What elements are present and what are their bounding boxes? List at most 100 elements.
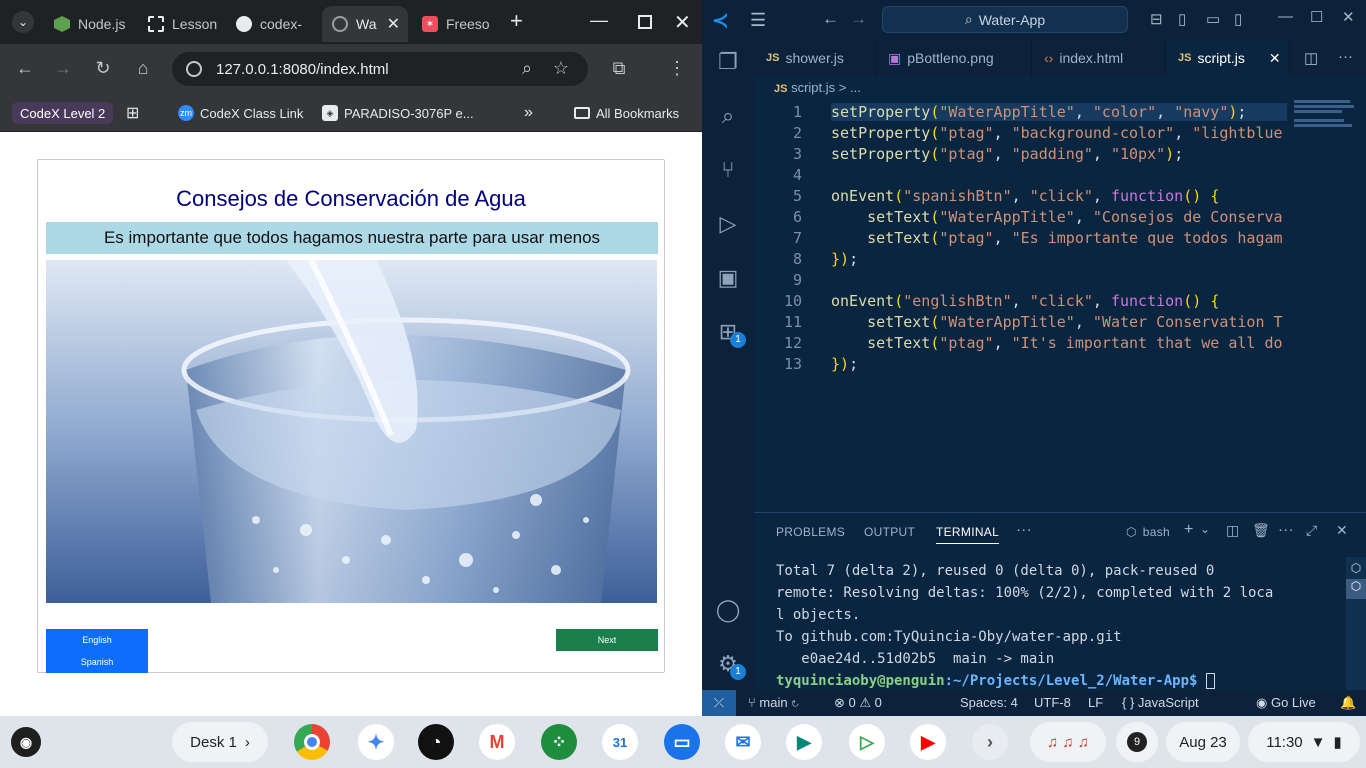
code-line[interactable]: setProperty("ptag", "background-color", … xyxy=(831,124,1287,142)
encoding-indicator[interactable]: UTF-8 xyxy=(1034,695,1071,710)
run-debug-icon[interactable]: ▷ xyxy=(714,210,742,238)
zoom-icon[interactable]: ⌕ xyxy=(516,58,538,79)
menu-icon[interactable]: ⋮ xyxy=(666,58,688,79)
reload-icon[interactable]: ↻ xyxy=(92,58,114,79)
close-window-icon[interactable]: ✕ xyxy=(674,10,691,35)
chrome-app-icon[interactable] xyxy=(294,724,330,760)
split-editor-icon[interactable]: ◫ xyxy=(1304,49,1318,67)
apps-grid-icon[interactable]: ⊞ xyxy=(126,102,139,124)
branch-indicator[interactable]: ⑂ main ↻ xyxy=(748,695,799,710)
toggle-sidebar-icon[interactable]: ▯ xyxy=(1178,10,1186,28)
close-tab-icon[interactable]: ✕ xyxy=(387,14,400,34)
eol-indicator[interactable]: LF xyxy=(1088,695,1103,710)
code-line[interactable]: onEvent("spanishBtn", "click", function(… xyxy=(831,187,1287,205)
command-search-box[interactable]: ⌕ Water-App xyxy=(882,6,1128,33)
home-icon[interactable]: ⌂ xyxy=(132,58,154,79)
layout-icon[interactable]: ⊟ xyxy=(1150,10,1163,28)
account-icon[interactable]: ◯ xyxy=(714,596,742,624)
maximize-panel-icon[interactable]: ⤢ xyxy=(1306,522,1318,539)
code-line[interactable]: }); xyxy=(831,355,1287,373)
tab-index-html[interactable]: ‹› index.html xyxy=(1032,40,1166,76)
tab-terminal[interactable]: TERMINAL xyxy=(936,525,1000,544)
close-tab-icon[interactable]: ✕ xyxy=(1269,50,1281,67)
code-line[interactable]: }); xyxy=(831,250,1287,268)
settings-gear-icon[interactable]: ⚙ 1 xyxy=(714,650,746,680)
terminal-shell-selector[interactable]: ⬡ bash xyxy=(1126,525,1170,539)
more-actions-icon[interactable]: ··· xyxy=(1338,48,1353,65)
search-icon[interactable]: ⌕ xyxy=(714,102,742,130)
go-live-button[interactable]: ◉ Go Live xyxy=(1256,695,1316,711)
maximize-icon[interactable]: ☐ xyxy=(1310,8,1323,26)
tab-shower-js[interactable]: JS shower.js xyxy=(754,40,876,76)
tab-codex[interactable]: codex- xyxy=(226,6,322,42)
tab-script-js[interactable]: JS script.js ✕ xyxy=(1166,40,1290,76)
streaming-app-icon[interactable]: ◔ xyxy=(418,724,454,760)
files-app-icon[interactable]: ▭ xyxy=(664,724,700,760)
spanish-button[interactable]: Spanish xyxy=(46,651,148,673)
forward-icon[interactable]: → xyxy=(52,58,74,79)
terminal-entry-icon[interactable]: ⬡ xyxy=(1346,561,1366,579)
language-indicator[interactable]: { } JavaScript xyxy=(1122,695,1199,710)
terminal-dropdown-icon[interactable]: ⌄ xyxy=(1200,522,1210,536)
maximize-icon[interactable] xyxy=(638,15,652,29)
extensions-icon[interactable]: ⧉ xyxy=(608,58,630,79)
english-button[interactable]: English xyxy=(46,629,148,651)
code-line[interactable]: setText("WaterAppTitle", "Consejos de Co… xyxy=(831,208,1287,226)
problems-indicator[interactable]: ⊗ 0 ⚠ 0 xyxy=(834,695,882,711)
bookmark-star-icon[interactable]: ☆ xyxy=(550,58,572,79)
next-button[interactable]: Next xyxy=(556,629,658,651)
all-bookmarks-button[interactable]: All Bookmarks xyxy=(574,102,679,124)
new-tab-button[interactable]: + xyxy=(510,8,523,34)
remote-indicator-icon[interactable]: ⤫ xyxy=(702,690,736,716)
notifications-bell-icon[interactable]: 🔔 xyxy=(1340,695,1356,711)
explorer-icon[interactable]: ❐ xyxy=(714,48,742,76)
desk-switcher[interactable]: Desk 1 › xyxy=(172,722,268,762)
date-pill[interactable]: Aug 23 xyxy=(1166,722,1240,762)
breadcrumb[interactable]: JS script.js > ... xyxy=(774,80,861,95)
minimize-icon[interactable]: — xyxy=(590,10,608,31)
calendar-app-icon[interactable]: 31 xyxy=(602,724,638,760)
tab-nodejs[interactable]: Node.js xyxy=(44,6,138,42)
panel-more-icon[interactable]: ··· xyxy=(1016,521,1032,538)
close-panel-icon[interactable]: ✕ xyxy=(1336,522,1348,539)
tab-pbottleno-png[interactable]: ▣ pBottleno.png xyxy=(876,40,1032,76)
code-editor[interactable]: 1 setProperty("WaterAppTitle", "color", "… xyxy=(754,98,1290,508)
code-line[interactable]: onEvent("englishBtn", "click", function(… xyxy=(831,292,1287,310)
terminal-more-icon[interactable]: ··· xyxy=(1278,521,1294,538)
bookmark-paradiso[interactable]: ◈ PARADISO-3076P e... xyxy=(322,102,474,124)
code-line[interactable]: setText("ptag", "Es importante que todos… xyxy=(831,229,1287,247)
url-text[interactable]: 127.0.0.1:8080/index.html xyxy=(216,61,389,78)
tab-freesound[interactable]: ✶ Freeso xyxy=(412,6,500,42)
play-store-app-icon[interactable]: ▷ xyxy=(849,724,885,760)
bookmark-group[interactable]: CodeX Level 2 xyxy=(12,102,114,124)
code-line[interactable]: setText("WaterAppTitle", "Water Conserva… xyxy=(831,313,1287,331)
extensions-icon[interactable]: ⊞ 1 xyxy=(714,318,746,348)
indentation-indicator[interactable]: Spaces: 4 xyxy=(960,695,1018,710)
classroom-app-icon[interactable]: ⁘ xyxy=(541,724,577,760)
more-apps-icon[interactable]: › xyxy=(972,724,1008,760)
launcher-icon[interactable]: ◉ xyxy=(8,724,44,760)
headphones-status[interactable]: ♫ ♫ ♫ xyxy=(1030,722,1106,762)
remote-explorer-icon[interactable]: ▣ xyxy=(714,264,742,292)
bookmark-codex-class[interactable]: zm CodeX Class Link xyxy=(178,102,303,124)
messages-app-icon[interactable]: ✉ xyxy=(725,724,761,760)
terminal-prompt[interactable]: tyquinciaoby@penguin:~/Projects/Level_2/… xyxy=(776,673,1215,689)
youtube-app-icon[interactable]: ▶ xyxy=(910,724,946,760)
code-line[interactable]: setText("ptag", "It's important that we … xyxy=(831,334,1287,352)
back-icon[interactable]: ← xyxy=(14,58,36,79)
new-terminal-icon[interactable]: + xyxy=(1184,521,1194,539)
hamburger-menu-icon[interactable]: ☰ xyxy=(750,10,766,31)
code-line[interactable]: setProperty("ptag", "padding", "10px"); xyxy=(831,145,1287,163)
gemini-app-icon[interactable]: ✦ xyxy=(358,724,394,760)
split-terminal-icon[interactable]: ◫ xyxy=(1226,522,1240,539)
more-bookmarks-button[interactable]: » xyxy=(524,102,533,124)
meet-app-icon[interactable]: ▶ xyxy=(786,724,822,760)
notifications-pill[interactable]: 9 xyxy=(1116,722,1158,762)
minimize-icon[interactable]: — xyxy=(1278,8,1293,25)
tab-search-button[interactable]: ⌄ xyxy=(12,11,34,33)
system-tray[interactable]: 11:30 ▼ ▮ xyxy=(1248,722,1360,762)
tab-output[interactable]: OUTPUT xyxy=(864,525,915,539)
terminal-entry-active-icon[interactable]: ⬡ xyxy=(1346,579,1366,599)
toggle-secondary-sidebar-icon[interactable]: ▯ xyxy=(1234,10,1242,28)
tab-lesson[interactable]: Lesson xyxy=(138,6,226,42)
